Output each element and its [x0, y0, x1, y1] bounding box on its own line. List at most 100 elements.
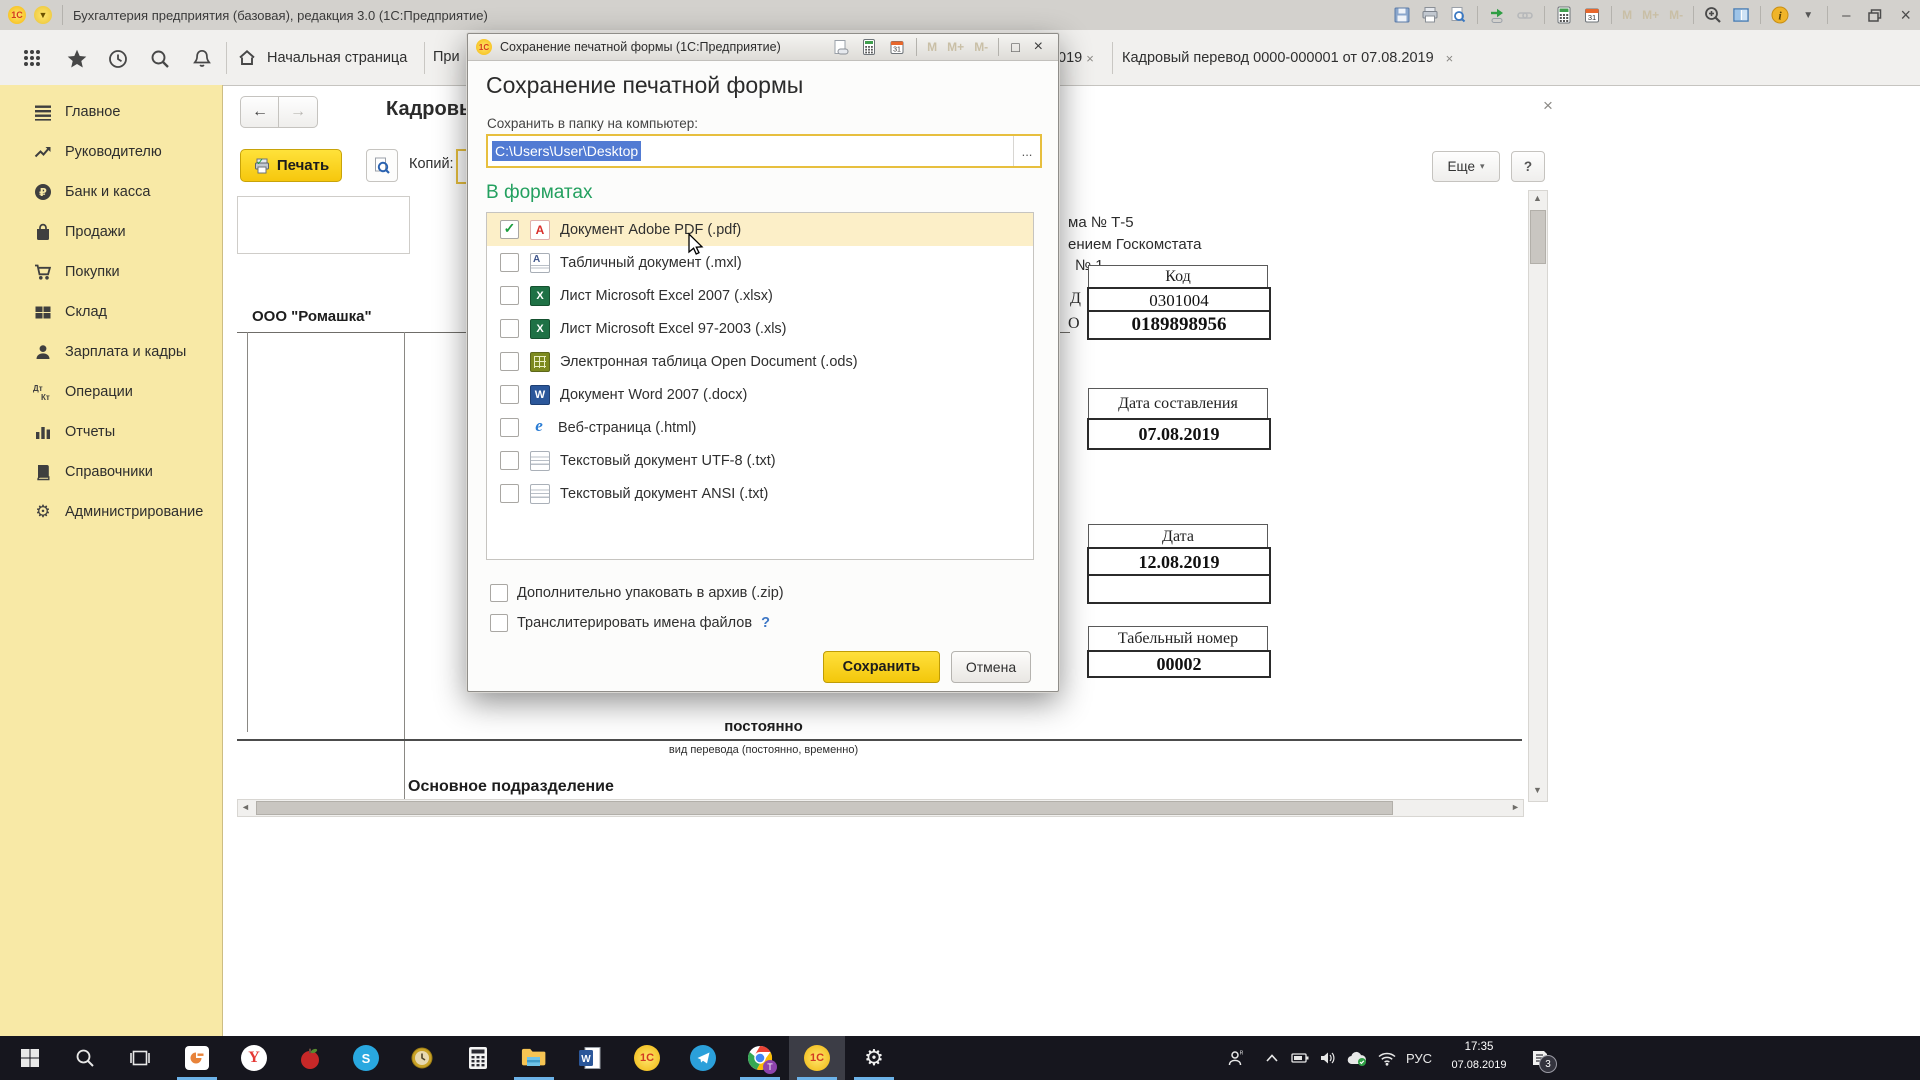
taskbar-telegram-icon[interactable]: [675, 1036, 731, 1080]
sidebar-item-pokupki[interactable]: Покупки: [0, 255, 222, 289]
checkbox[interactable]: [490, 584, 508, 602]
format-option-pdf[interactable]: ✓ Документ Adobe PDF (.pdf): [487, 213, 1033, 246]
apps-grid-icon[interactable]: [22, 48, 44, 70]
main-menu-dropdown-icon[interactable]: ▼: [34, 6, 52, 24]
more-button[interactable]: Еще ▾: [1432, 151, 1500, 182]
print-button[interactable]: ✓ Печать: [240, 149, 342, 182]
preview-button[interactable]: [366, 149, 398, 182]
tray-clock[interactable]: 17:35 07.08.2019: [1442, 1039, 1516, 1074]
format-option-xlsx[interactable]: ✓ Лист Microsoft Excel 2007 (.xlsx): [487, 279, 1033, 312]
checkbox[interactable]: ✓: [500, 220, 519, 239]
tray-chevron-up-icon[interactable]: [1258, 1036, 1286, 1080]
calculator-icon[interactable]: [857, 36, 881, 58]
tray-language-indicator[interactable]: РУС: [1398, 1036, 1440, 1080]
sidebar-item-sklad[interactable]: Склад: [0, 295, 222, 329]
browse-button[interactable]: ...: [1013, 136, 1040, 166]
taskbar-1c-icon[interactable]: 1С: [619, 1036, 675, 1080]
taskbar-search-button[interactable]: [57, 1036, 113, 1080]
taskbar-chrome-icon[interactable]: T: [732, 1036, 788, 1080]
checkbox[interactable]: ✓: [500, 385, 519, 404]
search-icon[interactable]: [149, 48, 171, 70]
history-icon[interactable]: [107, 48, 129, 70]
dropdown-caret-icon[interactable]: ▼: [1796, 4, 1820, 26]
dialog-titlebar[interactable]: 1С Сохранение печатной формы (1С:Предпри…: [468, 34, 1058, 61]
taskbar-powerpoint-icon[interactable]: [169, 1036, 225, 1080]
checkbox[interactable]: ✓: [500, 418, 519, 437]
save-icon[interactable]: [1390, 4, 1414, 26]
print-icon[interactable]: [1418, 4, 1442, 26]
checkbox[interactable]: ✓: [500, 286, 519, 305]
scroll-left-icon[interactable]: ◄: [241, 803, 250, 812]
tab-active-kadrovy-perevod[interactable]: Кадровый перевод 0000-000001 от 07.08.20…: [1122, 42, 1457, 74]
tab-partial-right[interactable]: 019 ×: [1058, 42, 1098, 74]
checkbox[interactable]: ✓: [500, 352, 519, 371]
tray-speaker-icon[interactable]: [1314, 1036, 1342, 1080]
sidebar-item-administrirovanie[interactable]: ⚙ Администрирование: [0, 495, 222, 529]
format-option-txt-ansi[interactable]: ✓ Текстовый документ ANSI (.txt): [487, 477, 1033, 510]
sidebar-item-zarplata-i-kadry[interactable]: Зарплата и кадры: [0, 335, 222, 369]
dialog-maximize-button[interactable]: □: [1004, 39, 1026, 55]
format-option-xls[interactable]: ✓ Лист Microsoft Excel 97-2003 (.xls): [487, 312, 1033, 345]
horizontal-scroll-thumb[interactable]: [256, 801, 1393, 815]
format-option-txt-utf8[interactable]: ✓ Текстовый документ UTF-8 (.txt): [487, 444, 1033, 477]
taskbar-start-button[interactable]: [2, 1036, 58, 1080]
sidebar-item-prodazhi[interactable]: Продажи: [0, 215, 222, 249]
taskbar-calculator-icon[interactable]: [450, 1036, 506, 1080]
format-option-ods[interactable]: ✓ Электронная таблица Open Document (.od…: [487, 345, 1033, 378]
save-button[interactable]: Сохранить: [823, 651, 940, 683]
minimize-button[interactable]: –: [1833, 7, 1859, 24]
taskbar-1c-active-icon[interactable]: 1С: [789, 1036, 845, 1080]
transliterate-option[interactable]: Транслитерировать имена файлов ?: [490, 614, 770, 632]
sidebar-item-otchety[interactable]: Отчеты: [0, 415, 222, 449]
calendar-icon[interactable]: 31: [885, 36, 909, 58]
tray-notifications-icon[interactable]: 3: [1520, 1036, 1560, 1080]
zoom-in-icon[interactable]: [1701, 4, 1725, 26]
taskbar-word-icon[interactable]: W: [562, 1036, 618, 1080]
tray-battery-icon[interactable]: [1286, 1036, 1314, 1080]
cancel-button[interactable]: Отмена: [951, 651, 1031, 683]
vertical-scrollbar[interactable]: [1528, 190, 1548, 802]
checkbox[interactable]: ✓: [500, 451, 519, 470]
sidebar-item-glavnoe[interactable]: Главное: [0, 95, 222, 129]
checkbox[interactable]: [490, 614, 508, 632]
checkbox[interactable]: ✓: [500, 319, 519, 338]
sidebar-item-bank-i-kassa[interactable]: ₽ Банк и касса: [0, 175, 222, 209]
taskbar-red-apple-app-icon[interactable]: [282, 1036, 338, 1080]
print-preview-icon[interactable]: [1446, 4, 1470, 26]
restore-button[interactable]: [1859, 9, 1891, 22]
zip-option[interactable]: Дополнительно упаковать в архив (.zip): [490, 584, 784, 602]
tab-close-icon[interactable]: ×: [1082, 51, 1098, 66]
format-option-html[interactable]: ✓ Веб-страница (.html): [487, 411, 1033, 444]
help-icon[interactable]: ?: [761, 615, 770, 631]
notifications-bell-icon[interactable]: [191, 48, 213, 70]
taskbar-yandex-browser-icon[interactable]: Y: [226, 1036, 282, 1080]
vertical-scroll-thumb[interactable]: [1530, 210, 1546, 264]
checkbox[interactable]: ✓: [500, 484, 519, 503]
calendar-icon[interactable]: 31: [1580, 4, 1604, 26]
tray-cloud-sync-icon[interactable]: [1342, 1036, 1372, 1080]
sidebar-item-operacii[interactable]: ДтКт Операции: [0, 375, 222, 409]
scroll-up-icon[interactable]: ▲: [1533, 194, 1542, 203]
sidebar-item-spravochniki[interactable]: Справочники: [0, 455, 222, 489]
help-button[interactable]: ?: [1511, 151, 1545, 182]
tab-home[interactable]: Начальная страница: [237, 42, 407, 74]
taskbar-task-view-button[interactable]: [112, 1036, 168, 1080]
checkbox[interactable]: ✓: [500, 253, 519, 272]
scroll-down-icon[interactable]: ▼: [1533, 786, 1542, 795]
scroll-right-icon[interactable]: ►: [1511, 803, 1520, 812]
calculator-icon[interactable]: [1552, 4, 1576, 26]
taskbar-skype-icon[interactable]: S: [338, 1036, 394, 1080]
info-icon[interactable]: i: [1768, 4, 1792, 26]
taskbar-clock-app-icon[interactable]: [394, 1036, 450, 1080]
back-button[interactable]: ←: [240, 96, 280, 128]
format-option-mxl[interactable]: ✓ Табличный документ (.mxl): [487, 246, 1033, 279]
tray-people-icon[interactable]: ᴿ: [1218, 1036, 1254, 1080]
dialog-close-button[interactable]: ×: [1027, 38, 1050, 56]
sidebar-item-rukovoditelyu[interactable]: Руководителю: [0, 135, 222, 169]
folder-path-input[interactable]: C:\Users\User\Desktop ...: [486, 134, 1042, 168]
taskbar-file-explorer-icon[interactable]: [506, 1036, 562, 1080]
tab-close-icon[interactable]: ×: [1442, 51, 1458, 66]
view-close-icon[interactable]: ×: [1543, 96, 1553, 116]
split-panels-icon[interactable]: [1729, 4, 1753, 26]
close-button[interactable]: ×: [1891, 5, 1920, 26]
